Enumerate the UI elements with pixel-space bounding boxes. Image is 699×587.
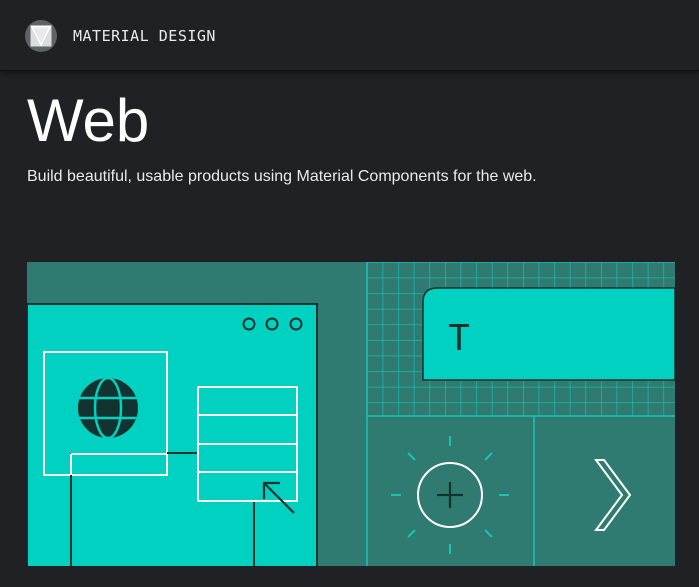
page-title: Web: [27, 87, 150, 154]
brand-name[interactable]: MATERIAL DESIGN: [73, 26, 216, 46]
globe-icon: [78, 376, 138, 440]
material-design-logo-icon[interactable]: [25, 20, 57, 52]
text-field-glyph: T: [448, 318, 470, 359]
page-subtitle: Build beautiful, usable products using M…: [27, 168, 537, 185]
hero-illustration: T: [27, 262, 675, 566]
top-app-bar: MATERIAL DESIGN: [0, 0, 699, 71]
